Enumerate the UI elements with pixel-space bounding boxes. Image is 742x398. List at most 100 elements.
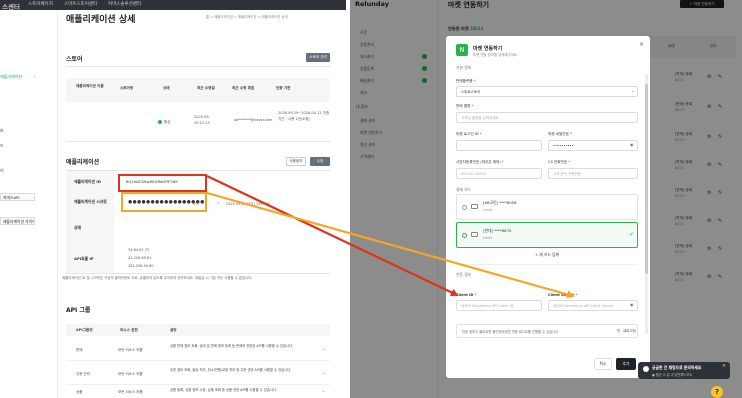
topnav-item-0[interactable]: 스토어페이지 <box>28 1 53 7</box>
card-type: credit <box>483 236 493 240</box>
radio-button[interactable] <box>462 205 467 210</box>
commerce-api-panel: 스센터 스토어페이지 스마트스토어센터 커머스솔루션센터 애플리케이션 › 보 … <box>0 0 346 398</box>
group-col-perm: 리소스 권한 <box>120 328 138 332</box>
payment-card-option-selected[interactable]: [현대] ****6870 credit ✓ <box>456 222 638 248</box>
divider <box>66 141 330 142</box>
group-row-desc: 상품 등록, 상품 정보 수정, 상품 조회 등 상품 관련 API를 사용할 … <box>170 388 277 392</box>
refresh-button[interactable]: 새로고침 <box>623 329 636 334</box>
password-label: 마켓 비밀번호 * <box>548 132 572 136</box>
chevron-down-icon[interactable]: ⌄ <box>322 347 325 351</box>
modal-subtitle: 마켓 연동 정보를 입력해주세요. <box>473 53 518 57</box>
group-row-name: 상품 <box>76 390 83 394</box>
toast-subtitle: ● 평균 수 분 내 답변해드려요 <box>652 373 693 377</box>
card-icon <box>471 204 478 209</box>
chevron-down-icon[interactable]: ⌄ <box>322 389 325 393</box>
store-status: 활성 <box>164 120 171 124</box>
group-row-desc: 주문 정보 조회, 발송 처리, 취소/반품/교환 처리 등 주문 관련 API… <box>170 368 292 372</box>
password-input[interactable]: •••••••••• <box>548 140 638 151</box>
radio-button-checked[interactable] <box>462 233 467 238</box>
eye-icon[interactable]: ◉ <box>630 302 634 307</box>
top-navigation: 스센터 스토어페이지 스마트스토어센터 커머스솔루션센터 <box>0 0 346 11</box>
group-row-name: 주문 관리 <box>76 372 90 376</box>
submit-button[interactable]: 추가 <box>616 358 636 370</box>
sidebar-item-c[interactable]: 이 <box>0 168 4 174</box>
cs-phone-input[interactable]: 고객 문의 전화번호 <box>548 168 638 179</box>
edit-button[interactable]: 수정 <box>310 157 330 166</box>
topnav-item-1[interactable]: 스마트스토어센터 <box>64 1 97 7</box>
application-section-title: 애플리케이션 <box>66 159 100 166</box>
security-note: 애플리케이션 ID 및 시크릿은 가상의 클라이언트 키로, 유출되지 않도록 … <box>62 276 253 280</box>
close-icon[interactable]: × <box>639 41 644 48</box>
app-secret-label: 애플리케이션 시크릿 <box>66 191 114 211</box>
store-table-header: 애플리케이션 이름 스토어명 상태 최근 수정일 최근 수정 회원 인증 기한 <box>66 78 330 102</box>
client-id-label: Client ID * <box>456 293 477 297</box>
status-dot-icon <box>158 120 162 124</box>
chevron-down-icon[interactable]: ⌄ <box>322 371 325 375</box>
client-secret-input[interactable]: 네이버 Commerce API Client Secret <box>548 300 638 311</box>
cs-phone-label: CS 전화번호 * <box>548 160 571 164</box>
ip-value-0: 34.64.92.73 <box>128 248 150 252</box>
store-manage-button[interactable]: 스토어 관리 <box>306 53 330 62</box>
store-expiry: 2026-09-29~2026-04-11 인증 기간 : 사용 1년(도중) <box>278 111 330 121</box>
main-content: 애플리케이션 상세 홈 > 애플리케이션 > 애플리케이션 > 애플리케이션 상… <box>62 10 338 398</box>
refresh-icon[interactable]: ↻ <box>617 328 620 333</box>
app-ip-label: API호출 IP <box>66 243 114 273</box>
check-icon: ✓ <box>629 231 635 238</box>
group-row-perm: 모든 리소스 허용 <box>118 390 143 394</box>
seller-label: 판매 별명 * <box>456 104 474 108</box>
sidebar-item-a[interactable]: 보 <box>0 128 4 134</box>
sidebar-item-b[interactable]: 드 <box>0 143 4 149</box>
login-id-input[interactable] <box>456 140 542 151</box>
chat-toast[interactable]: 궁금한 건 채팅으로 문의하세요 ● 평균 수 분 내 답변해드려요 × <box>638 362 730 379</box>
close-icon[interactable]: × <box>722 363 726 369</box>
sidebar-box-app-guide[interactable]: 애플리케이션 가이드 <box>0 217 35 225</box>
app-id-highlight <box>118 174 207 192</box>
card-type: credit <box>483 208 493 212</box>
seller-input[interactable]: 고객님 별명을 입력하세요 <box>456 112 638 123</box>
group-row-name: 판매 <box>76 348 83 352</box>
eye-icon[interactable]: ◉ <box>630 142 634 147</box>
store-section-title: 스토어 <box>66 56 83 63</box>
biz-number-label: 사업자등록번호 (하이픈 제외) * <box>456 160 504 164</box>
section-basic: 기본 정보 <box>456 65 472 70</box>
market-logo-icon: N <box>456 44 468 56</box>
divider <box>66 66 330 67</box>
payment-card-option[interactable]: [KB국민] ****8058 credit <box>456 194 638 220</box>
group-row-perm: 모든 리소스 허용 <box>118 348 143 352</box>
market-select[interactable]: 스마트스토어 <box>456 86 638 97</box>
divider <box>66 384 330 385</box>
group-row-perm: 모든 리소스 허용 <box>118 372 143 376</box>
biz-number-input[interactable]: 000-00-00000 <box>456 168 542 179</box>
card-name: [현대] ****6870 <box>483 228 512 233</box>
market-link-modal: N 마켓 연동하기 마켓 연동 정보를 입력해주세요. × 기본 정보 판매플랫… <box>446 36 650 378</box>
topnav-item-2[interactable]: 커머스솔루션센터 <box>108 1 141 7</box>
divider <box>66 273 330 274</box>
sidebar-box-commerce-api[interactable]: 커머스API <box>0 193 35 201</box>
cancel-button[interactable]: 취소 <box>594 358 612 370</box>
suspend-button[interactable]: 사용중지 <box>286 157 306 166</box>
scrollbar-thumb[interactable] <box>645 84 648 274</box>
chevron-down-icon: ⌄ <box>631 88 635 93</box>
toast-title: 궁금한 건 채팅으로 문의하세요 <box>652 365 702 370</box>
api-group-section-title: API 그룹 <box>66 307 91 314</box>
seller-admin-panel: Relunday 주문 상품관리 재고관리 상품등록 배송관리 재고 내 정보 … <box>350 0 742 398</box>
page-title: 애플리케이션 상세 <box>66 15 136 25</box>
client-id-input[interactable]: 네이버 Commerce API Client ID <box>456 300 542 311</box>
store-col-app: 애플리케이션 이름 <box>76 84 104 88</box>
group-col-desc: 설명 <box>170 328 177 332</box>
store-col-expiry: 인증 기한 <box>276 86 291 90</box>
breadcrumb: 홈 > 애플리케이션 > 애플리케이션 > 애플리케이션 상세 <box>206 15 288 19</box>
app-secret-date: 2025-09-28 발급 | SYSTEM <box>226 202 270 206</box>
info-text: 연동 정보가 올바르면 확인하여야만 연동 테스트를 진행할 수 있습니다. <box>462 330 560 334</box>
add-card-button[interactable]: + 새 카드 등록 <box>456 252 638 258</box>
app-secret-highlight <box>121 192 207 212</box>
section-api: 연동 정보 <box>456 272 472 277</box>
modal-scrollbar[interactable] <box>645 74 648 334</box>
ip-value-2: 182.208.92.60 <box>128 264 154 268</box>
group-row-desc: 상품 판매 정보 조회, 상태 및 판매 정보 등록 등 판매와 관련된 API… <box>170 344 294 348</box>
client-secret-label: Client Secret * <box>548 293 578 297</box>
help-icon[interactable]: ? <box>711 386 723 398</box>
app-status-label: 상태 <box>66 211 114 243</box>
sidebar-item-application[interactable]: 애플리케이션 <box>0 74 22 80</box>
reissue-icon[interactable]: ↻ <box>217 201 220 205</box>
